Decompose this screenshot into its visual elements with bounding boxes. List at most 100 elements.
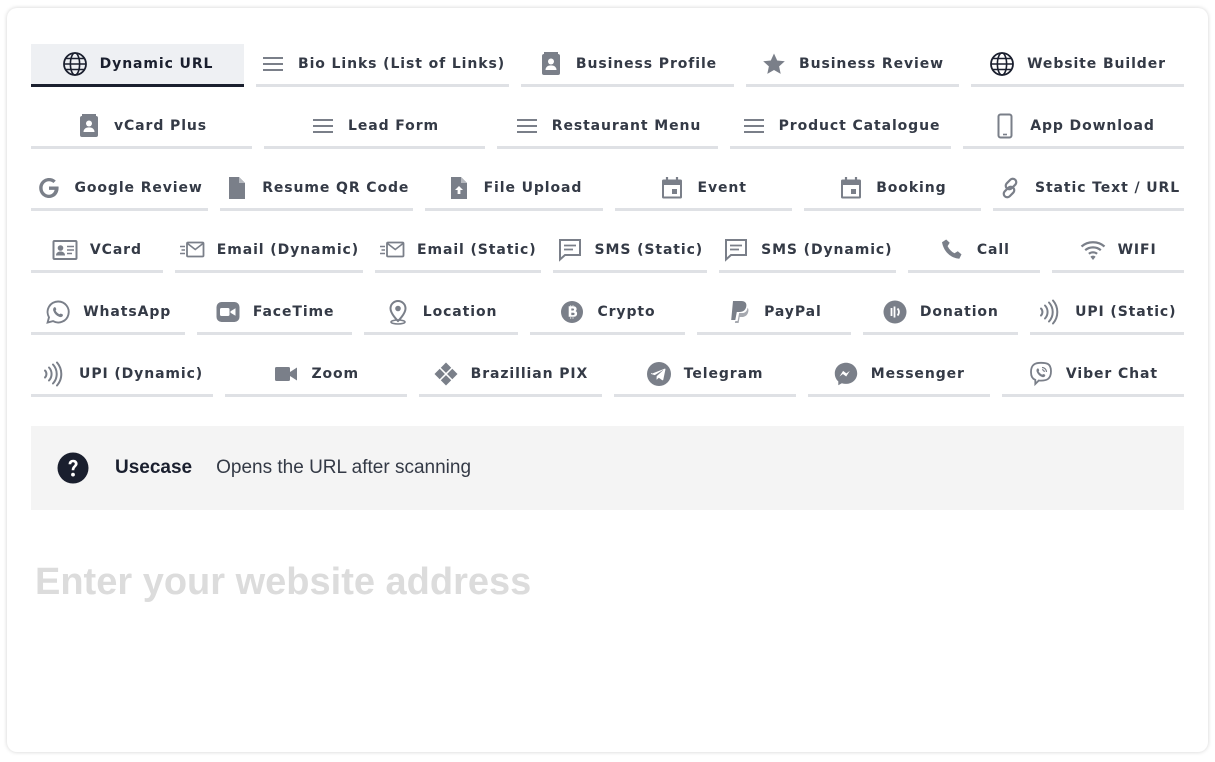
- tab-crypto[interactable]: Crypto: [530, 292, 685, 335]
- tab-label: Google Review: [74, 180, 203, 196]
- menu-icon: [260, 51, 286, 77]
- contactless-icon: [41, 361, 67, 387]
- tab-label: Viber Chat: [1065, 366, 1158, 382]
- tab-label: Product Catalogue: [778, 118, 941, 134]
- email-fast-icon: [179, 237, 205, 263]
- tab-paypal[interactable]: PayPal: [696, 292, 852, 335]
- tab-label: Telegram: [683, 366, 764, 382]
- tab-label: Static Text / URL: [1034, 180, 1181, 196]
- tab-telegram[interactable]: Telegram: [613, 354, 796, 397]
- telegram-icon: [646, 361, 672, 387]
- document-icon: [224, 175, 250, 201]
- tab-wifi[interactable]: WIFI: [1052, 230, 1185, 273]
- tab-label: Email (Static): [417, 242, 537, 258]
- tab-label: App Download: [1030, 118, 1155, 134]
- tab-website-builder[interactable]: Website Builder: [971, 44, 1184, 87]
- phone-call-icon: [939, 237, 965, 263]
- star-icon: [761, 51, 787, 77]
- tab-google-review[interactable]: Google Review: [31, 168, 209, 211]
- donation-icon: [882, 299, 908, 325]
- tab-label: Resume QR Code: [262, 180, 410, 196]
- tab-sms-dynamic[interactable]: SMS (Dynamic): [719, 230, 897, 273]
- tab-row: VCard Email (Dynamic) Email (Static) SMS (S…: [31, 230, 1185, 273]
- tab-label: Donation: [919, 304, 999, 320]
- location-pin-icon: [385, 299, 411, 325]
- tab-upi-dynamic[interactable]: UPI (Dynamic): [31, 354, 214, 397]
- tab-label: Event: [697, 180, 747, 196]
- tab-label: PayPal: [764, 304, 822, 320]
- tab-resume-qr-code[interactable]: Resume QR Code: [220, 168, 414, 211]
- qr-type-tabs: Dynamic URL Bio Links (List of Links) Busi…: [31, 44, 1185, 416]
- question-circle-icon: [57, 452, 89, 484]
- tab-location[interactable]: Location: [363, 292, 519, 335]
- tab-label: UPI (Dynamic): [79, 366, 204, 382]
- tab-label: Business Review: [799, 56, 944, 72]
- menu-icon: [310, 113, 336, 139]
- tab-label: Zoom: [311, 366, 360, 382]
- tab-row: Dynamic URL Bio Links (List of Links) Busi…: [31, 44, 1184, 87]
- tab-app-download[interactable]: App Download: [963, 106, 1184, 149]
- whatsapp-icon: [45, 299, 71, 325]
- tab-label: WIFI: [1117, 242, 1157, 258]
- tab-zoom[interactable]: Zoom: [225, 354, 408, 397]
- link-icon: [997, 175, 1023, 201]
- tab-booking[interactable]: Booking: [803, 168, 981, 211]
- calendar-icon: [838, 175, 864, 201]
- tab-lead-form[interactable]: Lead Form: [264, 106, 485, 149]
- tab-static-text-url[interactable]: Static Text / URL: [992, 168, 1185, 211]
- tab-email-static[interactable]: Email (Static): [375, 230, 541, 273]
- contactless-icon: [1037, 299, 1063, 325]
- tab-donation[interactable]: Donation: [863, 292, 1018, 335]
- tab-product-catalogue[interactable]: Product Catalogue: [730, 106, 951, 149]
- globe-icon: [62, 51, 88, 77]
- tab-label: SMS (Static): [594, 242, 704, 258]
- tab-label: Email (Dynamic): [216, 242, 360, 258]
- tab-row: vCard Plus Lead Form Restaurant Menu Produc…: [31, 106, 1184, 149]
- tab-upi-static[interactable]: UPI (Static): [1029, 292, 1184, 335]
- tab-call[interactable]: Call: [908, 230, 1041, 273]
- tab-messenger[interactable]: Messenger: [807, 354, 990, 397]
- wifi-icon: [1080, 237, 1106, 263]
- tab-label: Brazillian PIX: [470, 366, 589, 382]
- usecase-text: Opens the URL after scanning: [216, 457, 472, 478]
- phone-icon: [992, 113, 1018, 139]
- website-address-input[interactable]: [31, 552, 1159, 612]
- usecase-panel: Usecase Opens the URL after scanning: [31, 426, 1184, 510]
- google-icon: [36, 175, 62, 201]
- tab-label: Bio Links (List of Links): [298, 56, 505, 72]
- tab-viber-chat[interactable]: Viber Chat: [1001, 354, 1185, 397]
- viber-icon: [1028, 361, 1054, 387]
- paypal-icon: [726, 299, 752, 325]
- id-card-icon: [52, 237, 78, 263]
- tab-label: Website Builder: [1027, 56, 1166, 72]
- menu-icon: [514, 113, 540, 139]
- tab-label: Booking: [876, 180, 947, 196]
- tab-email-dynamic[interactable]: Email (Dynamic): [174, 230, 364, 273]
- tab-facetime[interactable]: FaceTime: [197, 292, 352, 335]
- tab-label: Call: [976, 242, 1010, 258]
- tab-label: Restaurant Menu: [551, 118, 702, 134]
- tab-business-review[interactable]: Business Review: [746, 44, 959, 87]
- tab-label: Lead Form: [348, 118, 439, 134]
- tab-vcard[interactable]: VCard: [31, 230, 163, 273]
- tab-event[interactable]: Event: [614, 168, 792, 211]
- tab-label: VCard: [89, 242, 142, 258]
- tab-whatsapp[interactable]: WhatsApp: [31, 292, 186, 335]
- tab-label: WhatsApp: [83, 304, 172, 320]
- tab-dynamic-url[interactable]: Dynamic URL: [31, 44, 244, 87]
- tab-label: SMS (Dynamic): [761, 242, 893, 258]
- tab-label: UPI (Static): [1075, 304, 1177, 320]
- tab-row: UPI (Dynamic) Zoom Brazillian PIX Telegram M…: [31, 354, 1185, 397]
- facetime-icon: [215, 299, 241, 325]
- tab-label: Crypto: [597, 304, 656, 320]
- tab-label: Location: [422, 304, 498, 320]
- tab-business-profile[interactable]: Business Profile: [521, 44, 734, 87]
- tab-file-upload[interactable]: File Upload: [425, 168, 603, 211]
- tab-sms-static[interactable]: SMS (Static): [552, 230, 708, 273]
- chat-icon: [557, 237, 583, 263]
- tab-brazillian-pix[interactable]: Brazillian PIX: [419, 354, 602, 397]
- tab-vcard-plus[interactable]: vCard Plus: [31, 106, 252, 149]
- tab-bio-links-list-of-links[interactable]: Bio Links (List of Links): [256, 44, 509, 87]
- tab-row: Google Review Resume QR Code File Upload Ev…: [31, 168, 1185, 211]
- tab-restaurant-menu[interactable]: Restaurant Menu: [497, 106, 718, 149]
